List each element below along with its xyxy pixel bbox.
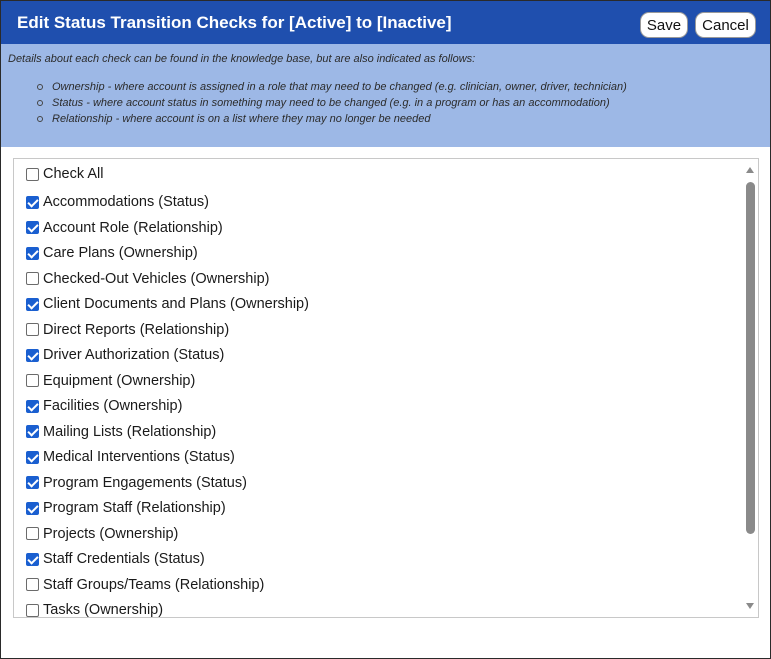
info-panel: Details about each check can be found in… bbox=[1, 44, 770, 147]
check-item-row[interactable]: Driver Authorization (Status) bbox=[26, 344, 224, 366]
check-item-label: Checked-Out Vehicles (Ownership) bbox=[43, 270, 270, 287]
check-item-label: Program Engagements (Status) bbox=[43, 474, 247, 491]
check-item-label: Care Plans (Ownership) bbox=[43, 245, 198, 261]
check-item-label: Accommodations (Status) bbox=[43, 194, 210, 210]
check-item-label: Staff Groups/Teams (Relationship) bbox=[43, 576, 265, 593]
check-item-checkbox[interactable] bbox=[26, 374, 39, 387]
scroll-up-arrow-icon[interactable] bbox=[746, 167, 754, 173]
bullet-circle-icon bbox=[37, 116, 43, 122]
check-item-checkbox[interactable] bbox=[26, 348, 39, 362]
info-bullet-text: Ownership - where account is assigned in… bbox=[52, 81, 627, 93]
info-bullet-status: Status - where account status in somethi… bbox=[1, 97, 627, 113]
check-item-label: Facilities (Ownership) bbox=[43, 398, 183, 414]
check-item-row[interactable]: Direct Reports (Relationship) bbox=[26, 319, 229, 341]
check-item-checkbox[interactable] bbox=[26, 195, 39, 209]
bullet-circle-icon bbox=[37, 100, 43, 106]
scrollbar-thumb[interactable] bbox=[746, 182, 755, 534]
check-item-label: Client Documents and Plans (Ownership) bbox=[43, 296, 309, 312]
check-item-row[interactable]: Care Plans (Ownership) bbox=[26, 242, 198, 264]
check-item-label: Projects (Ownership) bbox=[43, 525, 179, 542]
info-bullet-text: Relationship - where account is on a lis… bbox=[52, 113, 431, 125]
check-item-row[interactable]: Mailing Lists (Relationship) bbox=[26, 421, 216, 443]
check-item-label: Driver Authorization (Status) bbox=[43, 347, 225, 363]
dialog-title: Edit Status Transition Checks for [Activ… bbox=[17, 13, 452, 32]
vertical-scrollbar[interactable] bbox=[743, 159, 758, 617]
info-bullet-text: Status - where account status in somethi… bbox=[52, 97, 610, 109]
check-item-row[interactable]: Facilities (Ownership) bbox=[26, 395, 182, 417]
scroll-down-arrow-icon[interactable] bbox=[746, 603, 754, 609]
check-item-checkbox[interactable] bbox=[26, 578, 39, 591]
check-item-row[interactable]: Program Engagements (Status) bbox=[26, 472, 247, 494]
check-all-label: Check All bbox=[43, 166, 104, 182]
check-item-row[interactable]: Equipment (Ownership) bbox=[26, 370, 195, 392]
check-item-checkbox[interactable] bbox=[26, 527, 39, 540]
check-item-label: Account Role (Relationship) bbox=[43, 219, 223, 236]
check-item-checkbox[interactable] bbox=[26, 323, 39, 336]
check-item-row[interactable]: Accommodations (Status) bbox=[26, 191, 209, 213]
check-item-label: Tasks (Ownership) bbox=[43, 602, 164, 618]
check-item-checkbox[interactable] bbox=[26, 501, 39, 515]
info-bullet-relationship: Relationship - where account is on a lis… bbox=[1, 113, 627, 129]
check-item-label: Mailing Lists (Relationship) bbox=[43, 423, 217, 440]
check-item-checkbox[interactable] bbox=[26, 552, 39, 566]
check-item-checkbox[interactable] bbox=[26, 603, 39, 617]
checks-listbox: Check All Accommodations (Status) Account… bbox=[13, 158, 759, 618]
check-item-checkbox[interactable] bbox=[26, 476, 39, 489]
bullet-circle-icon bbox=[37, 84, 43, 90]
info-bullet-ownership: Ownership - where account is assigned in… bbox=[1, 81, 627, 97]
check-item-label: Equipment (Ownership) bbox=[43, 372, 196, 389]
save-button[interactable]: Save bbox=[640, 12, 688, 38]
check-item-row[interactable]: Medical Interventions (Status) bbox=[26, 446, 235, 468]
status-transition-dialog: Edit Status Transition Checks for [Activ… bbox=[0, 0, 771, 659]
check-item-checkbox[interactable] bbox=[26, 450, 39, 464]
check-item-row[interactable]: Account Role (Relationship) bbox=[26, 217, 223, 239]
check-all-checkbox[interactable] bbox=[26, 167, 39, 181]
check-item-checkbox[interactable] bbox=[26, 272, 39, 285]
check-item-row[interactable]: Client Documents and Plans (Ownership) bbox=[26, 293, 309, 315]
check-item-row[interactable]: Checked-Out Vehicles (Ownership) bbox=[26, 268, 269, 290]
info-intro: Details about each check can be found in… bbox=[8, 53, 476, 65]
check-item-checkbox[interactable] bbox=[26, 399, 39, 413]
check-item-label: Medical Interventions (Status) bbox=[43, 449, 235, 465]
check-item-checkbox[interactable] bbox=[26, 297, 39, 311]
check-item-row[interactable]: Projects (Ownership) bbox=[26, 523, 178, 545]
check-all-row[interactable]: Check All bbox=[26, 163, 103, 185]
check-item-label: Program Staff (Relationship) bbox=[43, 500, 226, 516]
check-item-checkbox[interactable] bbox=[26, 425, 39, 438]
dialog-titlebar: Edit Status Transition Checks for [Activ… bbox=[1, 1, 770, 44]
check-item-row[interactable]: Tasks (Ownership) bbox=[26, 599, 164, 618]
check-item-label: Direct Reports (Relationship) bbox=[43, 321, 230, 338]
info-bullet-list: Ownership - where account is assigned in… bbox=[1, 81, 627, 129]
check-item-row[interactable]: Staff Credentials (Status) bbox=[26, 548, 205, 570]
check-item-checkbox[interactable] bbox=[26, 221, 39, 234]
check-item-row[interactable]: Program Staff (Relationship) bbox=[26, 497, 226, 519]
check-item-checkbox[interactable] bbox=[26, 246, 39, 260]
check-item-label: Staff Credentials (Status) bbox=[43, 551, 205, 567]
cancel-button[interactable]: Cancel bbox=[695, 12, 756, 38]
check-item-row[interactable]: Staff Groups/Teams (Relationship) bbox=[26, 574, 264, 596]
